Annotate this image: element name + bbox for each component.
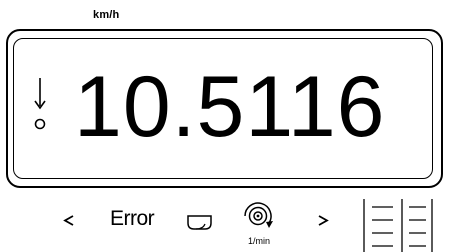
unit-label: km/h — [93, 9, 120, 21]
chevron-right-icon[interactable] — [316, 213, 330, 227]
menu-lines-icon[interactable] — [362, 199, 434, 252]
error-softkey[interactable]: Error — [110, 207, 155, 231]
rpm-unit-label: 1/min — [248, 236, 271, 246]
speed-readout: 10.5116 — [74, 59, 386, 155]
chevron-left-icon[interactable] — [62, 213, 76, 227]
rotation-sensor-icon[interactable] — [240, 196, 276, 236]
tray-icon[interactable] — [186, 212, 214, 232]
sensor-indicator-icon — [34, 78, 46, 130]
